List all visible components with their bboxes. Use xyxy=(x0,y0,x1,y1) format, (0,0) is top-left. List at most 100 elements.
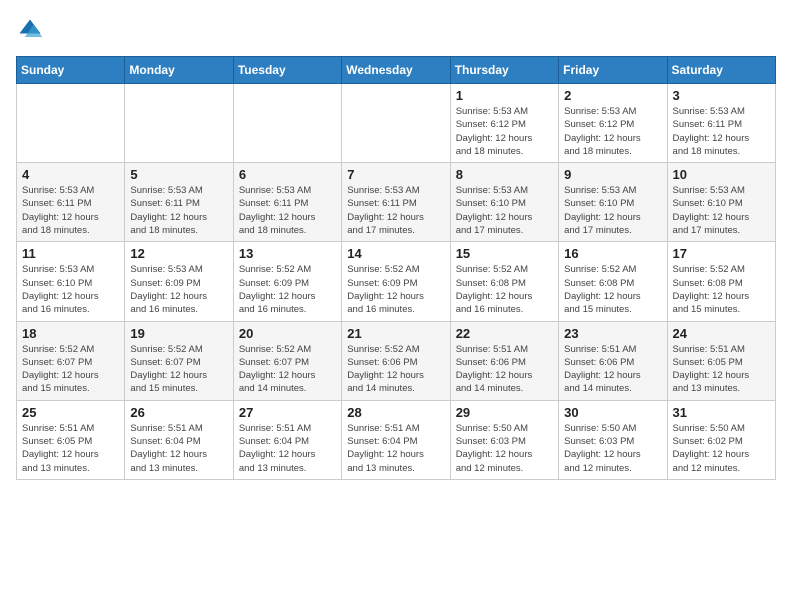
day-number: 6 xyxy=(239,167,336,182)
calendar-week-3: 11 Sunrise: 5:53 AMSunset: 6:10 PMDayligh… xyxy=(17,242,776,321)
calendar-cell: 23 Sunrise: 5:51 AMSunset: 6:06 PMDayligh… xyxy=(559,321,667,400)
calendar-cell xyxy=(342,84,450,163)
day-number: 1 xyxy=(456,88,553,103)
calendar-week-1: 1 Sunrise: 5:53 AMSunset: 6:12 PMDaylight… xyxy=(17,84,776,163)
day-info: Sunrise: 5:50 AMSunset: 6:02 PMDaylight:… xyxy=(673,422,770,475)
day-number: 9 xyxy=(564,167,661,182)
calendar-cell: 29Sunrise: 5:50 AMSunset: 6:03 PMDayligh… xyxy=(450,400,558,479)
day-info: Sunrise: 5:52 AMSunset: 6:08 PMDaylight:… xyxy=(456,263,553,316)
day-info: Sunrise: 5:51 AMSunset: 6:06 PMDaylight:… xyxy=(456,343,553,396)
calendar-cell: 12 Sunrise: 5:53 AMSunset: 6:09 PMDayligh… xyxy=(125,242,233,321)
calendar-cell: 18 Sunrise: 5:52 AMSunset: 6:07 PMDayligh… xyxy=(17,321,125,400)
day-info: Sunrise: 5:51 AMSunset: 6:06 PMDaylight:… xyxy=(564,343,661,396)
logo xyxy=(16,16,48,44)
day-info: Sunrise: 5:53 AMSunset: 6:10 PMDaylight:… xyxy=(673,184,770,237)
day-number: 24 xyxy=(673,326,770,341)
day-number: 25 xyxy=(22,405,119,420)
day-info: Sunrise: 5:52 AMSunset: 6:07 PMDaylight:… xyxy=(130,343,227,396)
day-number: 16 xyxy=(564,246,661,261)
day-info: Sunrise: 5:51 AMSunset: 6:04 PMDaylight:… xyxy=(130,422,227,475)
day-number: 23 xyxy=(564,326,661,341)
day-number: 19 xyxy=(130,326,227,341)
day-info: Sunrise: 5:53 AMSunset: 6:12 PMDaylight:… xyxy=(456,105,553,158)
day-number: 5 xyxy=(130,167,227,182)
day-info: Sunrise: 5:53 AMSunset: 6:10 PMDaylight:… xyxy=(22,263,119,316)
calendar-cell: 31 Sunrise: 5:50 AMSunset: 6:02 PMDayligh… xyxy=(667,400,775,479)
calendar-cell: 3 Sunrise: 5:53 AMSunset: 6:11 PMDaylight… xyxy=(667,84,775,163)
calendar-cell: 10 Sunrise: 5:53 AMSunset: 6:10 PMDayligh… xyxy=(667,163,775,242)
day-info: Sunrise: 5:53 AMSunset: 6:11 PMDaylight:… xyxy=(673,105,770,158)
calendar-cell xyxy=(233,84,341,163)
day-number: 14 xyxy=(347,246,444,261)
day-number: 17 xyxy=(673,246,770,261)
calendar-cell: 25 Sunrise: 5:51 AMSunset: 6:05 PMDayligh… xyxy=(17,400,125,479)
day-number: 3 xyxy=(673,88,770,103)
calendar-cell: 20Sunrise: 5:52 AMSunset: 6:07 PMDayligh… xyxy=(233,321,341,400)
day-number: 31 xyxy=(673,405,770,420)
day-number: 21 xyxy=(347,326,444,341)
calendar-cell: 5Sunrise: 5:53 AMSunset: 6:11 PMDaylight… xyxy=(125,163,233,242)
day-number: 10 xyxy=(673,167,770,182)
calendar-week-2: 4 Sunrise: 5:53 AMSunset: 6:11 PMDaylight… xyxy=(17,163,776,242)
day-info: Sunrise: 5:51 AMSunset: 6:05 PMDaylight:… xyxy=(673,343,770,396)
day-info: Sunrise: 5:51 AMSunset: 6:05 PMDaylight:… xyxy=(22,422,119,475)
day-info: Sunrise: 5:53 AMSunset: 6:11 PMDaylight:… xyxy=(347,184,444,237)
header-cell-thursday: Thursday xyxy=(450,57,558,84)
calendar-cell: 16 Sunrise: 5:52 AMSunset: 6:08 PMDayligh… xyxy=(559,242,667,321)
calendar-cell: 21Sunrise: 5:52 AMSunset: 6:06 PMDayligh… xyxy=(342,321,450,400)
header-cell-tuesday: Tuesday xyxy=(233,57,341,84)
day-info: Sunrise: 5:53 AMSunset: 6:10 PMDaylight:… xyxy=(564,184,661,237)
calendar-week-5: 25 Sunrise: 5:51 AMSunset: 6:05 PMDayligh… xyxy=(17,400,776,479)
calendar-cell xyxy=(125,84,233,163)
day-number: 28 xyxy=(347,405,444,420)
day-number: 11 xyxy=(22,246,119,261)
calendar-cell: 7Sunrise: 5:53 AMSunset: 6:11 PMDaylight… xyxy=(342,163,450,242)
day-number: 26 xyxy=(130,405,227,420)
logo-icon xyxy=(16,16,44,44)
calendar-cell: 30Sunrise: 5:50 AMSunset: 6:03 PMDayligh… xyxy=(559,400,667,479)
calendar-cell: 15 Sunrise: 5:52 AMSunset: 6:08 PMDayligh… xyxy=(450,242,558,321)
calendar-cell: 9 Sunrise: 5:53 AMSunset: 6:10 PMDaylight… xyxy=(559,163,667,242)
day-number: 22 xyxy=(456,326,553,341)
header-cell-sunday: Sunday xyxy=(17,57,125,84)
day-number: 13 xyxy=(239,246,336,261)
day-number: 27 xyxy=(239,405,336,420)
day-info: Sunrise: 5:52 AMSunset: 6:09 PMDaylight:… xyxy=(347,263,444,316)
day-info: Sunrise: 5:52 AMSunset: 6:07 PMDaylight:… xyxy=(239,343,336,396)
day-info: Sunrise: 5:53 AMSunset: 6:11 PMDaylight:… xyxy=(239,184,336,237)
day-number: 12 xyxy=(130,246,227,261)
calendar-cell: 4 Sunrise: 5:53 AMSunset: 6:11 PMDaylight… xyxy=(17,163,125,242)
calendar-cell: 2Sunrise: 5:53 AMSunset: 6:12 PMDaylight… xyxy=(559,84,667,163)
day-number: 4 xyxy=(22,167,119,182)
calendar-cell: 24 Sunrise: 5:51 AMSunset: 6:05 PMDayligh… xyxy=(667,321,775,400)
day-info: Sunrise: 5:51 AMSunset: 6:04 PMDaylight:… xyxy=(347,422,444,475)
calendar-header: SundayMondayTuesdayWednesdayThursdayFrid… xyxy=(17,57,776,84)
calendar-cell: 22 Sunrise: 5:51 AMSunset: 6:06 PMDayligh… xyxy=(450,321,558,400)
calendar-cell: 14 Sunrise: 5:52 AMSunset: 6:09 PMDayligh… xyxy=(342,242,450,321)
day-info: Sunrise: 5:52 AMSunset: 6:09 PMDaylight:… xyxy=(239,263,336,316)
page-header xyxy=(16,16,776,44)
calendar-cell: 6 Sunrise: 5:53 AMSunset: 6:11 PMDaylight… xyxy=(233,163,341,242)
day-info: Sunrise: 5:53 AMSunset: 6:11 PMDaylight:… xyxy=(22,184,119,237)
day-number: 15 xyxy=(456,246,553,261)
day-number: 8 xyxy=(456,167,553,182)
header-cell-saturday: Saturday xyxy=(667,57,775,84)
day-info: Sunrise: 5:53 AMSunset: 6:09 PMDaylight:… xyxy=(130,263,227,316)
day-number: 29 xyxy=(456,405,553,420)
day-info: Sunrise: 5:52 AMSunset: 6:07 PMDaylight:… xyxy=(22,343,119,396)
header-cell-monday: Monday xyxy=(125,57,233,84)
calendar-body: 1 Sunrise: 5:53 AMSunset: 6:12 PMDaylight… xyxy=(17,84,776,480)
calendar-cell: 11 Sunrise: 5:53 AMSunset: 6:10 PMDayligh… xyxy=(17,242,125,321)
day-number: 2 xyxy=(564,88,661,103)
day-info: Sunrise: 5:52 AMSunset: 6:08 PMDaylight:… xyxy=(564,263,661,316)
header-cell-wednesday: Wednesday xyxy=(342,57,450,84)
calendar-cell: 17Sunrise: 5:52 AMSunset: 6:08 PMDayligh… xyxy=(667,242,775,321)
day-info: Sunrise: 5:53 AMSunset: 6:10 PMDaylight:… xyxy=(456,184,553,237)
calendar-cell xyxy=(17,84,125,163)
day-number: 30 xyxy=(564,405,661,420)
header-cell-friday: Friday xyxy=(559,57,667,84)
day-number: 18 xyxy=(22,326,119,341)
calendar-cell: 26 Sunrise: 5:51 AMSunset: 6:04 PMDayligh… xyxy=(125,400,233,479)
calendar-week-4: 18 Sunrise: 5:52 AMSunset: 6:07 PMDayligh… xyxy=(17,321,776,400)
calendar-cell: 8 Sunrise: 5:53 AMSunset: 6:10 PMDaylight… xyxy=(450,163,558,242)
